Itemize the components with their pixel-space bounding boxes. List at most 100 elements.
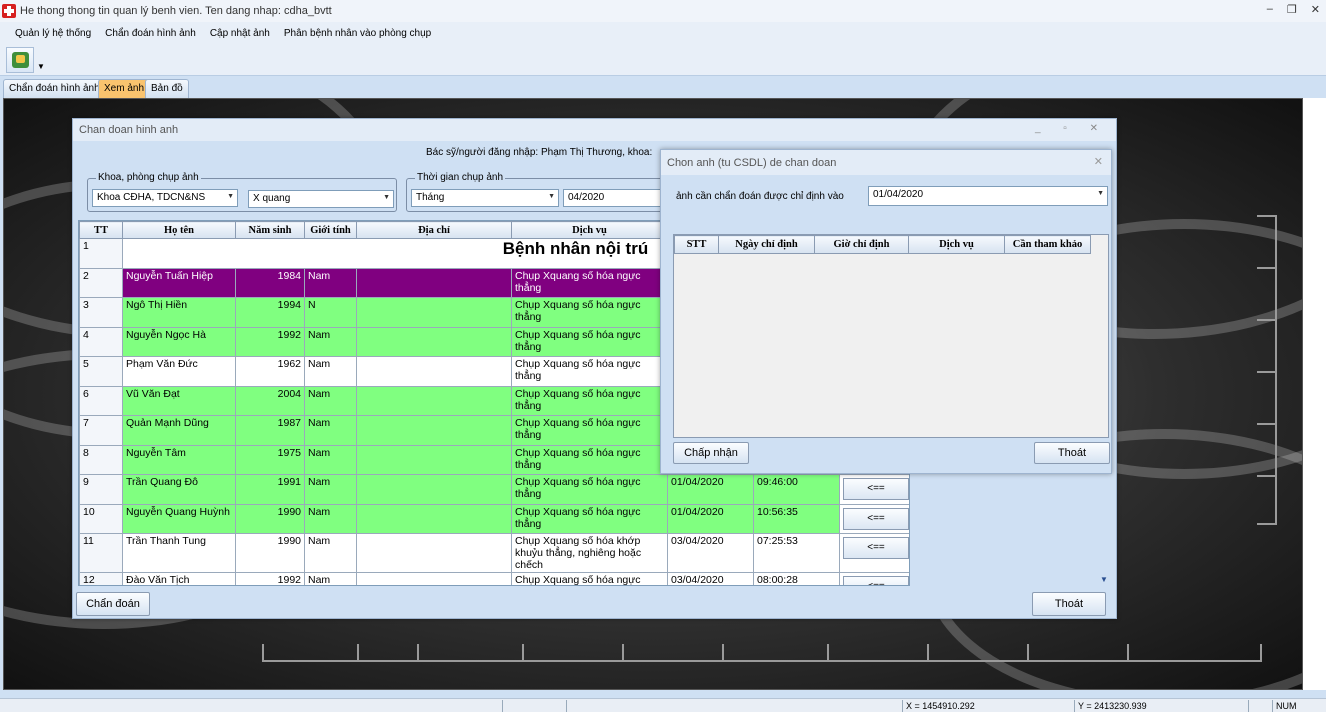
app-title: He thong thong tin quan lý benh vien. Te… [20,5,332,17]
select-row-button[interactable]: <== [843,478,909,500]
status-num-lock: NUM [1272,700,1302,712]
department-select[interactable]: Khoa CĐHA, TDCN&NS ▼ [92,189,238,207]
dialog-exit-button[interactable]: Thoát [1032,592,1106,616]
tab-view-image[interactable]: Xem ảnh [98,79,151,98]
col-header-order-time[interactable]: Giờ chỉ định [814,235,909,254]
subdialog-date-label: ảnh cần chẩn đoán được chỉ định vào [676,191,844,202]
status-x-coordinate: X = 1454910.292 [902,700,1074,712]
sex: Nam [304,533,357,573]
subdialog-date-select[interactable]: 01/04/2020 ▼ [868,186,1108,206]
time-group-label: Thời gian chụp ảnh [415,172,506,183]
chevron-down-icon: ▼ [383,194,390,201]
chevron-down-icon: ▼ [227,193,234,200]
birth-year: 1992 [235,572,305,585]
menu-system[interactable]: Quản lý hệ thống [8,28,98,39]
select-image-dialog: Chon anh (tu CSDL) de chan doan ✕ ảnh cầ… [660,149,1112,474]
birth-year: 1984 [235,267,305,298]
vertical-ruler [1255,215,1277,525]
col-header-birth-year[interactable]: Năm sinh [235,221,305,239]
close-icon[interactable]: ✕ [1094,155,1103,168]
service: Chụp Xquang số hóa ngực thẳng [511,385,668,416]
order-date: 01/04/2020 [667,474,754,505]
select-row-button[interactable]: <== [843,576,909,585]
birth-year: 1962 [235,356,305,387]
patient-name: Quản Mạnh Dũng [122,415,236,446]
menu-assign-room[interactable]: Phân bệnh nhân vào phòng chụp [277,28,438,39]
status-bar: X = 1454910.292 Y = 2413230.939 NUM [0,698,1326,712]
col-header-order-date[interactable]: Ngày chỉ định [718,235,815,254]
table-row[interactable]: 11 Trần Thanh Tung 1990 Nam Chụp Xquang số h… [79,533,909,573]
menu-diagnosis[interactable]: Chẩn đoán hình ảnh [98,28,203,39]
row-number: 7 [79,415,123,446]
address [356,533,512,573]
diagnose-button[interactable]: Chẩn đoán [76,592,150,616]
patient-name: Trần Thanh Tung [122,533,236,573]
minimize-button[interactable]: – [1267,3,1273,16]
doctor-info: Bác sỹ/người đăng nhập: Phạm Thị Thương,… [426,147,653,158]
scroll-down-icon[interactable]: ▼ [1100,575,1108,584]
sex: Nam [304,474,357,505]
col-header-tt[interactable]: TT [79,221,123,239]
subdialog-title: Chon anh (tu CSDL) de chan doan [667,157,837,169]
toolbar-dropdown-icon[interactable]: ▼ [37,62,45,71]
toolbar-main-button[interactable] [6,47,34,73]
subdialog-date-value: 01/04/2020 [873,189,924,200]
address [356,356,512,387]
menu-bar: Quản lý hệ thống Chẩn đoán hình ảnh Cập … [0,22,1326,44]
tab-diagnosis[interactable]: Chẩn đoán hình ảnh [3,79,106,98]
row-number: 8 [79,444,123,475]
accept-button[interactable]: Chấp nhận [673,442,749,464]
action-cell: <== [839,474,909,505]
col-header-service[interactable]: Dịch vụ [908,235,1005,254]
col-header-stt[interactable]: STT [674,235,719,254]
col-header-sex[interactable]: Giới tính [304,221,357,239]
row-number: 10 [79,503,123,534]
birth-year: 2004 [235,385,305,416]
col-header-name[interactable]: Họ tên [122,221,236,239]
viewer-side-panel [1303,98,1326,690]
patient-name: Vũ Văn Đạt [122,385,236,416]
time-group: Thời gian chụp ảnh Tháng ▼ 04/2020 [406,172,666,212]
col-header-address[interactable]: Địa chỉ [356,221,512,239]
address [356,503,512,534]
period-select[interactable]: Tháng ▼ [411,189,559,207]
service: Chụp Xquang số hóa khớp khuỷu thẳng, ngh… [511,533,668,573]
table-row[interactable]: 9 Trần Quang Đô 1991 Nam Chụp Xquang số hóa … [79,474,909,505]
restore-button[interactable]: ❐ [1287,3,1297,16]
select-row-button[interactable]: <== [843,537,909,559]
close-button[interactable]: ✕ [1311,3,1320,16]
address [356,297,512,328]
chevron-down-icon: ▼ [1097,190,1104,197]
action-cell: <== [839,503,909,534]
app-title-bar: He thong thong tin quan lý benh vien. Te… [0,0,1326,22]
tab-map[interactable]: Bản đồ [145,79,189,98]
medical-kit-icon [12,52,29,68]
dialog-window-buttons[interactable]: _ ▫ ✕ [1035,123,1108,134]
order-time: 07:25:53 [753,533,840,573]
table-row[interactable]: 10 Nguyễn Quang Huỳnh 1990 Nam Chụp Xquang s… [79,503,909,534]
toolbar: ▼ [0,44,1326,76]
patient-name: Ngô Thị Hiền [122,297,236,328]
table-row[interactable]: 12 Đào Văn Tịch 1992 Nam Chụp Xquang số hóa … [79,572,909,585]
select-row-button[interactable]: <== [843,507,909,530]
birth-year: 1990 [235,503,305,534]
modality-value: X quang [253,193,291,204]
dialog-title-bar: Chan doan hinh anh _ ▫ ✕ [73,119,1116,141]
col-header-reference[interactable]: Cần tham khảo [1004,235,1091,254]
address [356,385,512,416]
patient-name: Trần Quang Đô [122,474,236,505]
col-header-service[interactable]: Dịch vụ [511,221,668,239]
menu-update-image[interactable]: Cập nhật ảnh [203,28,277,39]
order-date: 03/04/2020 [667,533,754,573]
sex: Nam [304,444,357,475]
patient-name: Nguyễn Ngọc Hà [122,326,236,357]
department-group-label: Khoa, phòng chụp ảnh [96,172,201,183]
subdialog-exit-button[interactable]: Thoát [1034,442,1110,464]
modality-select[interactable]: X quang ▼ [248,190,394,208]
birth-year: 1994 [235,297,305,328]
month-input[interactable]: 04/2020 [563,189,661,207]
birth-year: 1992 [235,326,305,357]
service: Chụp Xquang số hóa ngực thẳng [511,415,668,446]
birth-year: 1975 [235,444,305,475]
service: Chụp Xquang số hóa ngực thẳng [511,326,668,357]
